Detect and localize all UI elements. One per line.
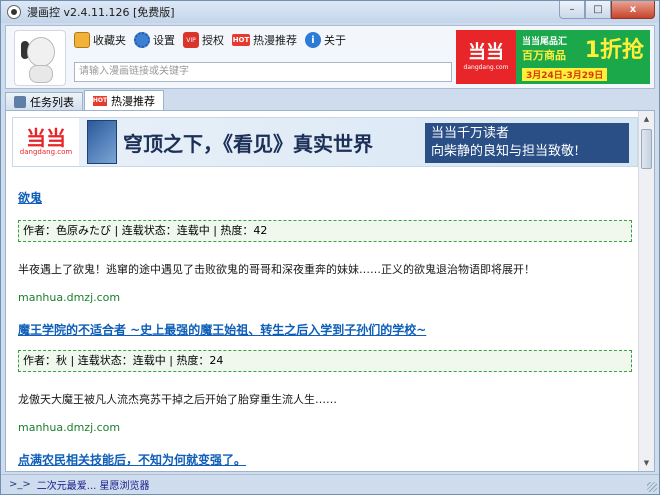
hot-recommend-label: 热漫推荐 [253, 34, 297, 47]
favorites-button[interactable]: 收藏夹 [74, 32, 126, 48]
settings-button[interactable]: 设置 [134, 32, 175, 48]
dangdang-logo-text: 当当 [468, 41, 504, 63]
close-button[interactable]: x [611, 1, 655, 19]
toolbar-menu: 收藏夹 设置 VIP 授权 HOT 热漫推荐 i 关于 [74, 32, 346, 48]
recommend-list: 当当 dangdang.com 穹顶之下，《看见》真实世界 当当千万读者 向柴静… [6, 111, 639, 471]
vip-icon: VIP [183, 32, 199, 48]
hot-icon: HOT [232, 34, 250, 46]
task-list-icon [14, 95, 26, 108]
comic-source: manhua.dmzj.com [18, 421, 121, 434]
tab-strip: 任务列表 HOT 热漫推荐 [5, 90, 165, 110]
banner-sub-line1: 当当千万读者 [431, 126, 510, 141]
scroll-up-icon[interactable]: ▲ [639, 111, 654, 127]
dangdang-banner-ad[interactable]: 当当 dangdang.com 穹顶之下，《看见》真实世界 当当千万读者 向柴静… [12, 117, 638, 167]
search-input[interactable]: 请输入漫画链接或关键字 [74, 62, 452, 82]
mascot-body [29, 65, 53, 83]
comic-title-link[interactable]: 点满农民相关技能后，不知为何就变强了。 [18, 451, 246, 468]
banner-logo: 当当 dangdang.com [13, 118, 79, 166]
comic-description: 龙傲天大魔王被凡人流杰亮苏干掉之后开始了胎穿重生流人生…… [18, 393, 337, 406]
hot-icon: HOT [92, 95, 108, 106]
favorites-label: 收藏夹 [93, 34, 126, 47]
comic-title-link[interactable]: 欲鬼 [18, 189, 42, 206]
tab-task-list[interactable]: 任务列表 [5, 92, 83, 110]
settings-label: 设置 [153, 34, 175, 47]
banner-subtext: 当当千万读者 向柴静的良知与担当致敬! [425, 123, 629, 163]
comic-description: 半夜遇上了欲鬼！逃窜的途中遇见了击败欲鬼的哥哥和深夜重奔的妹妹……正义的欲鬼退治… [18, 263, 535, 276]
app-logo-icon [7, 5, 21, 19]
recommend-panel: 当当 dangdang.com 穹顶之下，《看见》真实世界 当当千万读者 向柴静… [5, 110, 655, 472]
banner-headline: 穹顶之下，《看见》真实世界 [123, 131, 373, 156]
vertical-scrollbar[interactable]: ▲ ▼ [638, 111, 654, 471]
comic-meta: 作者：色原みたび | 连载状态：连载中 | 热度：42 [18, 220, 632, 242]
ad-text-block: 当当尾品汇 百万商品 1折抢 3月24日-3月29日 [516, 30, 650, 84]
title-bar[interactable]: 漫画控 v2.4.11.126 [免费版] – □ x [1, 1, 659, 23]
license-button[interactable]: VIP 授权 [183, 32, 224, 48]
tab-hot-recommend-label: 热漫推荐 [111, 94, 155, 108]
comic-title-link[interactable]: 魔王学院的不适合者 ~史上最强的魔王始祖、转生之后入学到子孙们的学校~ [18, 321, 426, 338]
gear-icon [134, 32, 150, 48]
license-label: 授权 [202, 34, 224, 47]
toolbar: 收藏夹 设置 VIP 授权 HOT 热漫推荐 i 关于 请输入漫画链接或关键字 … [5, 25, 655, 89]
top-ad-banner[interactable]: 当当 dangdang.com 当当尾品汇 百万商品 1折抢 3月24日-3月2… [456, 30, 650, 84]
resize-grip-icon[interactable] [647, 482, 657, 492]
mascot-logo [14, 30, 66, 86]
ad-dates: 3月24日-3月29日 [522, 68, 608, 81]
dangdang-domain: dangdang.com [463, 63, 509, 71]
banner-sub-line2: 向柴静的良知与担当致敬! [431, 144, 580, 159]
comic-source: manhua.dmzj.com [18, 291, 121, 304]
star-folder-icon [74, 32, 90, 48]
hot-recommend-button[interactable]: HOT 热漫推荐 [232, 32, 297, 48]
banner-logo-text: 当当 [26, 126, 66, 150]
status-text: 二次元最爱... 星愿浏览器 [36, 481, 150, 492]
app-window: 漫画控 v2.4.11.126 [免费版] – □ x 收藏夹 设置 VIP 授… [0, 0, 660, 495]
about-button[interactable]: i 关于 [305, 32, 346, 48]
scroll-thumb[interactable] [641, 129, 652, 169]
status-prompt: >_> [9, 479, 31, 490]
dangdang-logo: 当当 dangdang.com [456, 30, 516, 84]
tab-task-list-label: 任务列表 [30, 95, 74, 109]
book-cover-image [87, 120, 117, 164]
banner-domain: dangdang.com [19, 148, 73, 156]
minimize-button[interactable]: – [559, 1, 585, 19]
info-icon: i [305, 32, 321, 48]
ad-discount: 1折抢 [584, 38, 644, 63]
mascot-head [27, 37, 55, 67]
window-title: 漫画控 v2.4.11.126 [免费版] [27, 6, 175, 19]
maximize-button[interactable]: □ [585, 1, 611, 19]
about-label: 关于 [324, 34, 346, 47]
tab-hot-recommend[interactable]: HOT 热漫推荐 [84, 90, 164, 110]
window-controls: – □ x [559, 1, 655, 19]
scroll-down-icon[interactable]: ▼ [639, 455, 654, 471]
status-bar: >_> 二次元最爱... 星愿浏览器 [1, 474, 659, 494]
comic-meta: 作者：秋 | 连载状态：连载中 | 热度：24 [18, 350, 632, 372]
